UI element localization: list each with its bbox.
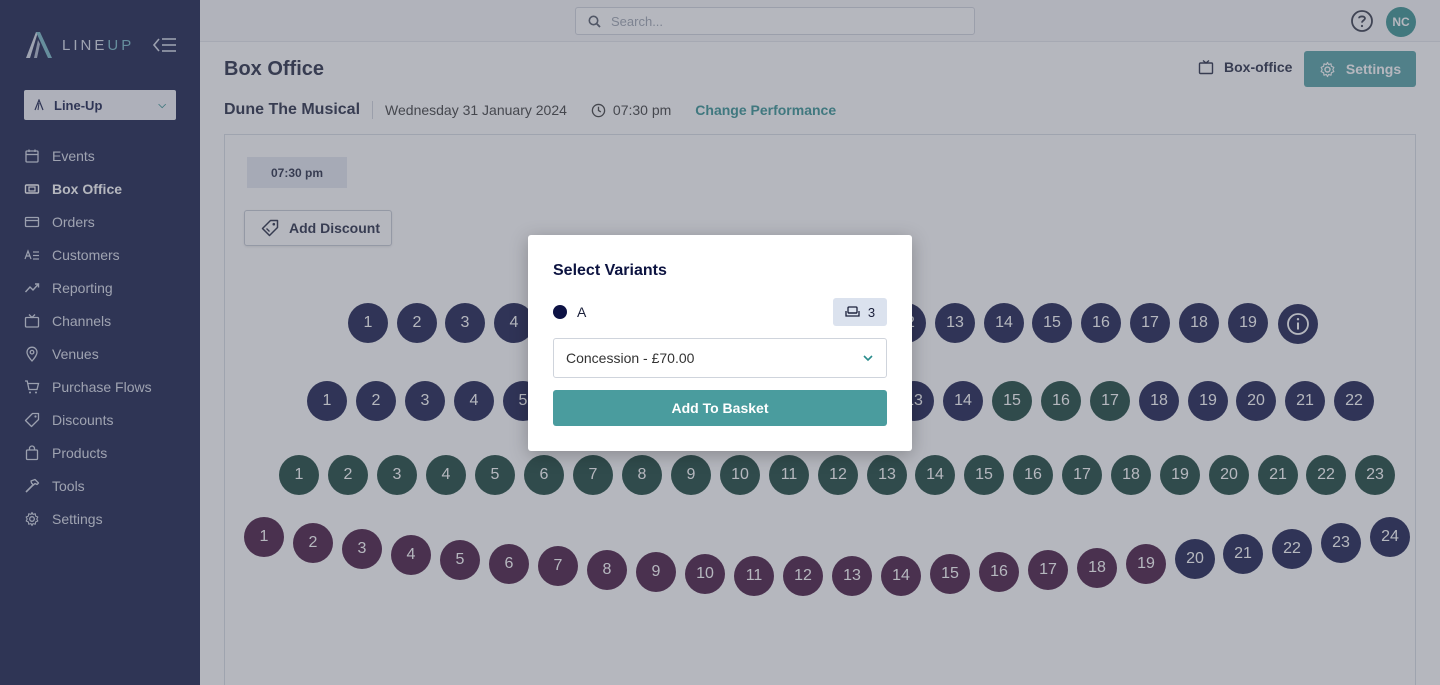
- add-to-basket-button[interactable]: Add To Basket: [553, 390, 887, 426]
- variant-name: A: [577, 304, 587, 320]
- seat-count: 3: [867, 304, 876, 320]
- select-variants-modal: Select Variants A 3 Concession - £70.00 …: [528, 235, 912, 451]
- variant-select[interactable]: Concession - £70.00: [553, 338, 887, 378]
- chevron-down-icon: [863, 355, 873, 362]
- variant-row: A: [553, 304, 586, 320]
- variant-color-dot: [553, 305, 567, 319]
- variant-select-value: Concession - £70.00: [566, 350, 695, 366]
- modal-title: Select Variants: [553, 262, 667, 279]
- seat-icon: [845, 306, 860, 317]
- seat-count-badge: 3: [833, 298, 887, 326]
